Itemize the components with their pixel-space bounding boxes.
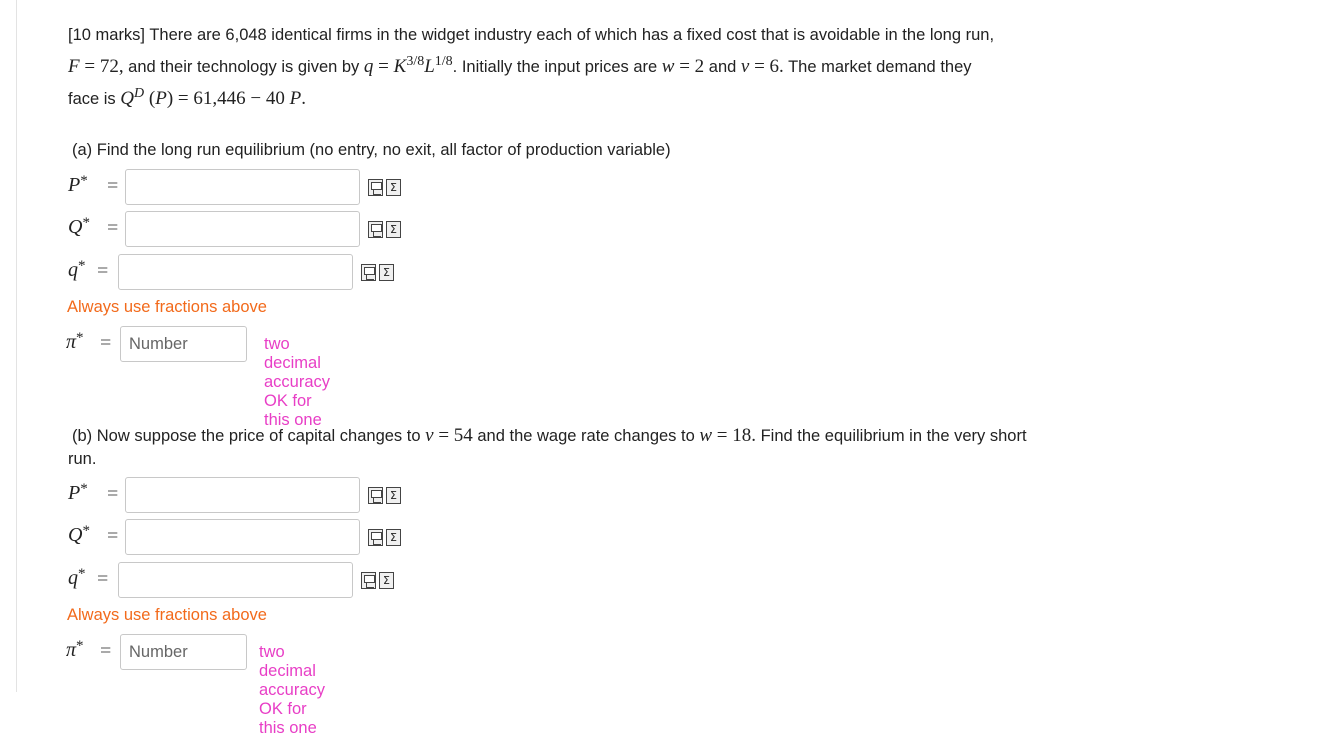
price-var: P* (68, 481, 88, 505)
answer-tools: Σ (361, 572, 394, 589)
profit-number-input[interactable] (120, 326, 247, 362)
equals-sign: = (107, 483, 119, 505)
intro-text-3: . Initially the input prices are (452, 58, 662, 76)
price-answer-field[interactable] (125, 477, 360, 513)
wage-symbol: w (661, 56, 675, 77)
wage-symbol: w (699, 425, 713, 446)
equation-editor-icon[interactable]: Σ (379, 572, 394, 589)
intro-line-2: F = 72, and their technology is given by… (68, 51, 1148, 83)
decimal-note: two decimal accuracy OK for this one (264, 335, 331, 429)
equation-editor-icon[interactable]: Σ (379, 264, 394, 281)
wage-value: = 18. (712, 425, 757, 446)
capital-price-value: = 54 (433, 425, 473, 446)
firm-output-answer-field[interactable] (118, 562, 353, 598)
intro-line-3: face is QD (P) = 61,446 − 40 P. (68, 83, 1148, 115)
left-border (16, 0, 17, 692)
preview-icon[interactable] (368, 179, 383, 196)
firm-output-var: q* (68, 258, 86, 282)
decimal-note: two decimal accuracy OK for this one (259, 643, 326, 737)
fixed-cost-value: = 72, (79, 56, 124, 77)
equals-sign: = (373, 56, 394, 77)
preview-icon[interactable] (361, 572, 376, 589)
capital-exponent: 3/8 (406, 54, 425, 69)
equation-editor-icon[interactable]: Σ (386, 179, 401, 196)
preview-icon[interactable] (368, 221, 383, 238)
quantity-var: Q* (68, 523, 90, 547)
demand-symbol: Q (120, 88, 135, 109)
capital-price-symbol: v (425, 425, 434, 446)
answer-tools: Σ (368, 179, 401, 196)
equation-editor-icon[interactable]: Σ (386, 487, 401, 504)
intro-text-1: There are 6,048 identical firms in the w… (145, 26, 995, 44)
price-var: P* (68, 173, 88, 197)
equation-editor-icon[interactable]: Σ (386, 529, 401, 546)
part-b-label: (b) Now suppose the price of capital cha… (72, 425, 1027, 446)
labor-symbol: L (424, 56, 435, 77)
part-b-label-cont: run. (68, 450, 97, 468)
quantity-var: Q* (68, 215, 90, 239)
answer-tools: Σ (368, 529, 401, 546)
price-answer-field[interactable] (125, 169, 360, 205)
fixed-cost-symbol: F (68, 56, 80, 77)
answer-tools: Σ (361, 264, 394, 281)
wage-value: = 2 (674, 56, 705, 77)
output-symbol: q (363, 56, 374, 77)
capital-price-value: = 6. (749, 56, 784, 77)
part-a-label: (a) Find the long run equilibrium (no en… (72, 141, 671, 159)
intro-line-1: [10 marks] There are 6,048 identical fir… (68, 20, 1148, 51)
price-symbol: P (155, 88, 167, 109)
and-text: and (704, 58, 741, 76)
equation-editor-icon[interactable]: Σ (386, 221, 401, 238)
fractions-note: Always use fractions above (67, 606, 267, 624)
profit-var: π* (66, 330, 84, 354)
equals-sign: = (97, 568, 109, 590)
price-symbol-2: P (289, 88, 302, 109)
marks-label: [10 marks] (68, 26, 146, 44)
intro-text-2: and their technology is given by (123, 58, 364, 76)
equals-sign: = (107, 217, 119, 239)
answer-tools: Σ (368, 487, 401, 504)
labor-exponent: 1/8 (434, 54, 453, 69)
demand-expression: ) = 61,446 − 40 (166, 88, 290, 109)
intro-text-4: The market demand they (783, 58, 972, 76)
demand-paren-open: ( (144, 88, 156, 109)
profit-number-input[interactable] (120, 634, 247, 670)
intro-text-5: face is (68, 90, 121, 108)
preview-icon[interactable] (361, 264, 376, 281)
firm-output-answer-field[interactable] (118, 254, 353, 290)
preview-icon[interactable] (368, 529, 383, 546)
firm-output-var: q* (68, 566, 86, 590)
demand-superscript: D (134, 86, 145, 101)
quantity-answer-field[interactable] (125, 519, 360, 555)
quantity-answer-field[interactable] (125, 211, 360, 247)
equals-sign: = (107, 525, 119, 547)
capital-symbol: K (393, 56, 407, 77)
equals-sign: = (100, 332, 112, 354)
equals-sign: = (100, 640, 112, 662)
preview-icon[interactable] (368, 487, 383, 504)
answer-tools: Σ (368, 221, 401, 238)
equals-sign: = (107, 175, 119, 197)
question-intro: [10 marks] There are 6,048 identical fir… (68, 20, 1148, 115)
period: . (301, 88, 306, 109)
equals-sign: = (97, 260, 109, 282)
fractions-note: Always use fractions above (67, 298, 267, 316)
profit-var: π* (66, 638, 84, 662)
